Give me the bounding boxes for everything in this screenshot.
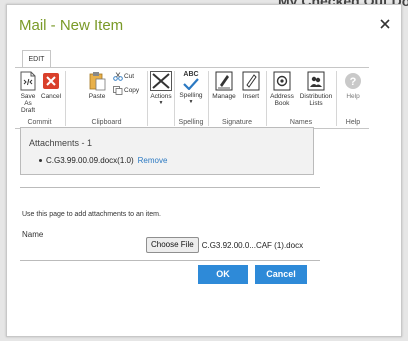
save-as-draft-button[interactable]: Save As Draft — [17, 71, 39, 114]
group-clipboard: Paste Cut Copy Clipboard — [66, 68, 147, 128]
insert-label: Insert — [242, 93, 260, 100]
actions-tools-icon — [150, 71, 172, 91]
abc-icon-label: ABC — [183, 71, 199, 78]
cut-label: Cut — [124, 73, 135, 81]
address-book-button[interactable]: Address Book — [268, 71, 296, 107]
actions-label: Actions — [150, 93, 172, 100]
remove-attachment-link[interactable]: Remove — [138, 156, 168, 165]
attachments-panel: Attachments - 1 C.G3.99.00.09.docx(1.0) R… — [20, 127, 314, 175]
group-actions: Actions ▼ — [148, 68, 174, 128]
group-names-label: Names — [289, 119, 313, 126]
paste-icon — [89, 72, 106, 91]
file-input[interactable]: Choose File C.G3.92.00.0...CAF (1).docx — [146, 237, 303, 253]
cancel-x-icon — [43, 73, 59, 89]
choose-file-button[interactable]: Choose File — [146, 237, 199, 253]
group-help-label: Help — [345, 119, 361, 126]
manage-label: Manage — [212, 93, 236, 100]
svg-text:?: ? — [350, 76, 357, 88]
divider — [20, 187, 320, 188]
distribution-lists-label-1: Distribution — [299, 93, 333, 100]
group-commit: Save As Draft Cancel Commit — [15, 68, 64, 128]
group-spelling-label: Spelling — [178, 119, 204, 126]
help-question-icon: ? — [345, 73, 361, 89]
distribution-lists-icon — [307, 71, 325, 91]
manage-signature-button[interactable]: Manage — [211, 71, 237, 100]
distribution-lists-label-2: Lists — [309, 100, 323, 107]
ribbon: Save As Draft Cancel Commit Paste Cut Co… — [15, 67, 369, 129]
cancel-button[interactable]: Cancel — [255, 265, 307, 284]
spelling-dropdown-icon: ▼ — [188, 99, 194, 105]
group-commit-label: Commit — [27, 119, 52, 126]
attachment-item: C.G3.99.00.09.docx(1.0) Remove — [39, 156, 167, 165]
tab-edit[interactable]: EDIT — [22, 50, 51, 68]
name-label: Name — [22, 230, 44, 239]
upload-instructions: Use this page to add attachments to an i… — [22, 211, 161, 218]
address-book-label-2: Book — [274, 100, 290, 107]
paste-button[interactable]: Paste — [86, 71, 108, 100]
help-label: Help — [346, 93, 360, 100]
group-signature: Manage Insert Signature — [209, 68, 265, 128]
insert-signature-button[interactable]: Insert — [239, 71, 263, 100]
signature-insert-icon — [242, 71, 260, 91]
attachments-header: Attachments - 1 — [29, 138, 93, 148]
checkmark-icon — [183, 78, 199, 90]
paste-label: Paste — [88, 93, 106, 100]
save-as-draft-label-1: Save As — [20, 93, 36, 107]
scissors-icon — [113, 72, 123, 81]
selected-file-name: C.G3.92.00.0...CAF (1).docx — [201, 240, 304, 250]
copy-icon — [113, 86, 123, 95]
address-book-label-1: Address — [270, 93, 294, 100]
spelling-label: Spelling — [179, 92, 203, 99]
save-as-draft-label-2: Draft — [20, 107, 36, 114]
copy-label: Copy — [124, 87, 140, 95]
divider — [20, 260, 320, 261]
signature-manage-icon — [215, 71, 233, 91]
cut-button[interactable]: Cut — [113, 72, 134, 81]
group-spelling: ABC Spelling ▼ Spelling — [175, 68, 207, 128]
help-button[interactable]: ? Help — [340, 71, 366, 100]
ribbon-cancel-label: Cancel — [40, 93, 62, 100]
spelling-button[interactable]: ABC Spelling ▼ — [178, 71, 204, 106]
distribution-lists-button[interactable]: Distribution Lists — [298, 71, 334, 107]
group-clipboard-label: Clipboard — [91, 119, 122, 126]
attachment-filename: C.G3.99.00.09.docx(1.0) — [46, 156, 134, 165]
group-help: ? Help Help — [337, 68, 369, 128]
copy-button[interactable]: Copy — [113, 86, 139, 95]
ribbon-cancel-button[interactable]: Cancel — [40, 71, 62, 100]
group-signature-label: Signature — [222, 119, 252, 126]
save-draft-icon — [20, 71, 36, 91]
ok-button[interactable]: OK — [198, 265, 248, 284]
actions-dropdown-icon: ▼ — [158, 100, 164, 106]
close-icon[interactable] — [378, 17, 392, 31]
new-mail-dialog: Mail - New Item EDIT Save As Draft Cance… — [6, 4, 402, 337]
bullet — [39, 159, 42, 163]
actions-button[interactable]: Actions ▼ — [149, 71, 173, 107]
address-book-icon — [273, 71, 291, 91]
dialog-title: Mail - New Item — [19, 17, 124, 34]
group-names: Address Book Distribution Lists Names — [267, 68, 335, 128]
